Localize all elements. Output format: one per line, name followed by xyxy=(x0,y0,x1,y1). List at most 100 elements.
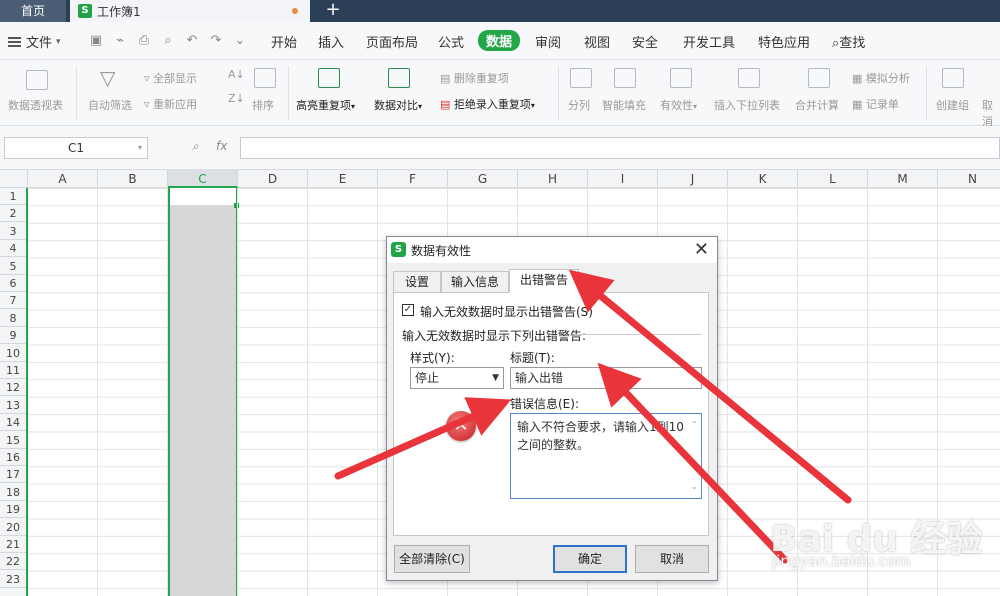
scrollbar[interactable]: ⌃ ⌄ xyxy=(691,416,699,496)
row-header-16[interactable]: 16 xyxy=(0,449,26,466)
show-error-checkbox[interactable]: ✓ xyxy=(402,304,414,316)
reject-duplicates-button[interactable]: ▤ 拒绝录入重复项▾ xyxy=(440,96,535,112)
menu-find[interactable]: ⌕查找 xyxy=(832,32,865,51)
row-header-18[interactable]: 18 xyxy=(0,484,26,501)
row-header-9[interactable]: 9 xyxy=(0,327,26,345)
close-icon[interactable]: ✕ xyxy=(694,239,709,260)
column-header-d[interactable]: D xyxy=(238,170,308,188)
row-header-22[interactable]: 22 xyxy=(0,553,26,571)
row-header-10[interactable]: 10 xyxy=(0,345,26,362)
merge-calc-button[interactable]: 合并计算 xyxy=(795,97,839,113)
menu-view[interactable]: 视图 xyxy=(584,32,610,51)
row-header-4[interactable]: 4 xyxy=(0,240,26,258)
auto-filter-button[interactable]: 自动筛选 xyxy=(88,97,132,113)
cancel-button[interactable]: 取消 xyxy=(635,545,709,573)
row-header-23[interactable]: 23 xyxy=(0,571,26,588)
simulate-button[interactable]: ▦ 模拟分析 xyxy=(852,70,910,86)
column-header-a[interactable]: A xyxy=(28,170,98,188)
error-message-textarea[interactable]: 输入不符合要求，请输入1到10之间的整数。 ⌃ ⌄ xyxy=(510,413,702,499)
column-header-c[interactable]: C xyxy=(168,170,238,188)
row-header-21[interactable]: 21 xyxy=(0,536,26,553)
menu-security[interactable]: 安全 xyxy=(632,32,658,51)
print-icon[interactable]: ⎙ xyxy=(136,33,152,49)
column-header-h[interactable]: H xyxy=(518,170,588,188)
menu-formula[interactable]: 公式 xyxy=(438,32,464,51)
menu-page-layout[interactable]: 页面布局 xyxy=(366,32,418,51)
data-compare-button[interactable]: 数据对比▾ xyxy=(374,97,422,113)
validity-button[interactable]: 有效性▾ xyxy=(660,97,697,113)
row-header-20[interactable]: 20 xyxy=(0,519,26,536)
show-error-checkbox-label[interactable]: 输入无效数据时显示出错警告(S) xyxy=(420,303,593,320)
customize-icon[interactable]: ⌄ xyxy=(232,33,248,49)
column-header-b[interactable]: B xyxy=(98,170,168,188)
selected-column-c[interactable] xyxy=(168,188,238,596)
row-header-17[interactable]: 17 xyxy=(0,466,26,484)
show-all-button[interactable]: ▿ 全部显示 xyxy=(144,70,197,86)
menu-insert[interactable]: 插入 xyxy=(318,32,344,51)
column-header-g[interactable]: G xyxy=(448,170,518,188)
new-tab-button[interactable]: + xyxy=(322,0,344,22)
row-header-12[interactable]: 12 xyxy=(0,379,26,397)
split-column-button[interactable]: 分列 xyxy=(568,97,590,113)
row-header-19[interactable]: 19 xyxy=(0,501,26,519)
pivot-table-button[interactable]: 数据透视表 xyxy=(8,97,63,113)
record-button[interactable]: ▦ 记录单 xyxy=(852,96,899,112)
tab-settings[interactable]: 设置 xyxy=(393,271,441,293)
smart-fill-button[interactable]: 智能填充 xyxy=(602,97,646,113)
name-box-dropdown-icon[interactable]: ▾ xyxy=(138,143,142,152)
row-header-13[interactable]: 13 xyxy=(0,397,26,414)
print-preview-icon[interactable]: ⌕ xyxy=(160,33,176,49)
menu-developer[interactable]: 开发工具 xyxy=(683,32,735,51)
tab-error-alert[interactable]: 出错警告 xyxy=(509,269,579,293)
zoom-icon[interactable]: ⌕ xyxy=(192,139,199,154)
column-header-n[interactable]: N xyxy=(938,170,1000,188)
row-header-7[interactable]: 7 xyxy=(0,292,26,310)
menu-special[interactable]: 特色应用 xyxy=(758,32,810,51)
insert-dropdown-button[interactable]: 插入下拉列表 xyxy=(714,97,780,113)
row-header-2[interactable]: 2 xyxy=(0,205,26,223)
select-all-corner[interactable] xyxy=(0,170,28,188)
column-header-i[interactable]: I xyxy=(588,170,658,188)
error-title-input[interactable]: 输入出错 xyxy=(510,367,702,389)
format-painter-icon[interactable]: ⌁ xyxy=(112,33,128,49)
row-header-5[interactable]: 5 xyxy=(0,258,26,275)
name-box[interactable]: C1 xyxy=(4,137,148,159)
row-header-1[interactable]: 1 xyxy=(0,188,26,205)
column-header-l[interactable]: L xyxy=(798,170,868,188)
sort-button[interactable]: 排序 xyxy=(252,97,274,113)
tab-input-message[interactable]: 输入信息 xyxy=(441,271,509,293)
clear-all-button[interactable]: 全部清除(C) xyxy=(394,545,470,573)
fx-icon[interactable]: fx xyxy=(216,139,227,153)
ungroup-button[interactable]: 取消 xyxy=(982,97,1000,129)
column-header-e[interactable]: E xyxy=(308,170,378,188)
row-header-14[interactable]: 14 xyxy=(0,414,26,432)
active-cell-c1[interactable] xyxy=(170,188,236,205)
column-header-j[interactable]: J xyxy=(658,170,728,188)
sort-asc-icon[interactable]: A↓ xyxy=(228,68,245,81)
column-header-k[interactable]: K xyxy=(728,170,798,188)
style-select[interactable]: 停止 ▼ xyxy=(410,367,504,389)
row-header-6[interactable]: 6 xyxy=(0,275,26,292)
menu-start[interactable]: 开始 xyxy=(271,32,297,51)
save-icon[interactable]: ▣ xyxy=(88,33,104,49)
tab-home[interactable]: 首页 xyxy=(0,0,66,22)
tab-workbook[interactable]: S 工作簿1 xyxy=(70,0,310,22)
sort-desc-icon[interactable]: Z↓ xyxy=(228,92,245,105)
highlight-duplicates-button[interactable]: 高亮重复项▾ xyxy=(296,97,355,113)
ok-button[interactable]: 确定 xyxy=(553,545,627,573)
row-header-8[interactable]: 8 xyxy=(0,310,26,327)
menu-data[interactable]: 数据 xyxy=(478,30,521,51)
row-header-3[interactable]: 3 xyxy=(0,223,26,240)
create-group-button[interactable]: 创建组 xyxy=(936,97,969,113)
reapply-button[interactable]: ▿ 重新应用 xyxy=(144,96,197,112)
column-header-m[interactable]: M xyxy=(868,170,938,188)
column-header-f[interactable]: F xyxy=(378,170,448,188)
menu-review[interactable]: 审阅 xyxy=(535,32,561,51)
redo-icon[interactable]: ↷ xyxy=(208,33,224,49)
row-header-11[interactable]: 11 xyxy=(0,362,26,379)
row-header-15[interactable]: 15 xyxy=(0,432,26,449)
formula-input[interactable] xyxy=(240,137,1000,159)
undo-icon[interactable]: ↶ xyxy=(184,33,200,49)
delete-duplicates-button[interactable]: ▤ 删除重复项 xyxy=(440,70,509,86)
file-menu[interactable]: 文件 ▾ xyxy=(8,32,61,51)
